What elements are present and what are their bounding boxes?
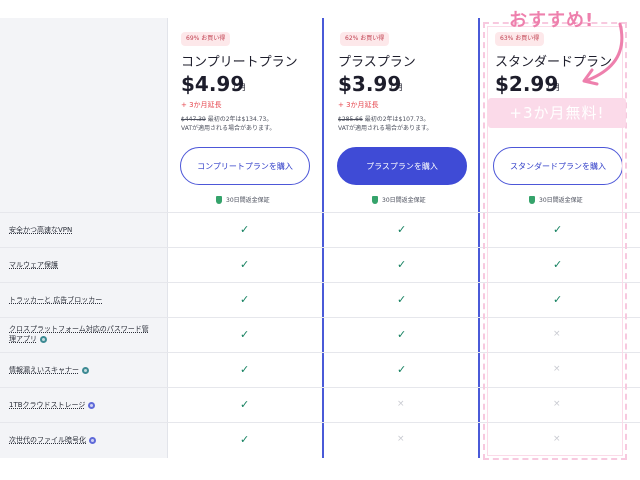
- buy-plus-button[interactable]: プラスプランを購入: [337, 147, 467, 185]
- column-divider: [167, 18, 168, 458]
- feature-label-text: クロスプラットフォーム対応のパスワード管理アプリ: [9, 325, 149, 343]
- cross-icon: ×: [397, 434, 405, 444]
- renewal-text: 最初の2年は$107.73。: [364, 116, 430, 123]
- feature-label: トラッカーと 広告ブロッカー: [9, 296, 103, 304]
- vat-note: VATが適用される場合があります。: [338, 125, 433, 132]
- feature-column: [0, 18, 167, 458]
- check-icon: ✓: [240, 433, 250, 446]
- check-icon: ✓: [240, 293, 250, 306]
- feature-label: 安全かつ高速なVPN: [9, 226, 73, 234]
- check-icon: ✓: [240, 398, 250, 411]
- feature-label: 次世代のファイル暗号化: [9, 435, 159, 445]
- shield-icon: [216, 195, 222, 204]
- feature-label: 情報漏えいスキャナー: [9, 365, 159, 375]
- feature-label-text: 情報漏えいスキャナー: [9, 366, 79, 374]
- check-icon: ✓: [397, 363, 407, 376]
- column-divider: [478, 18, 480, 458]
- recommend-highlight-inner: [487, 26, 623, 456]
- pricing-comparison: 69% お買い得 コンプリートプラン $4.99 / 月 + 3か月延長 $44…: [0, 0, 640, 480]
- check-icon: ✓: [397, 258, 407, 271]
- extension-note: + 3か月延長: [181, 101, 222, 109]
- info-icon[interactable]: [82, 366, 89, 374]
- info-icon[interactable]: [88, 401, 96, 409]
- check-icon: ✓: [240, 223, 250, 236]
- curved-arrow-icon: [582, 22, 624, 86]
- price-period: / 月: [390, 83, 404, 92]
- info-icon[interactable]: [40, 335, 47, 343]
- guarantee-text: 30日間返金保証: [226, 197, 270, 204]
- guarantee-text: 30日間返金保証: [382, 197, 426, 204]
- extension-note: + 3か月延長: [338, 101, 379, 109]
- info-icon[interactable]: [89, 436, 96, 444]
- renewal-text: 最初の2年は$134.73。: [207, 116, 273, 123]
- check-icon: ✓: [240, 363, 250, 376]
- check-icon: ✓: [240, 258, 250, 271]
- vat-note: VATが適用される場合があります。: [181, 125, 276, 132]
- money-back-guarantee: 30日間返金保証: [372, 195, 426, 204]
- check-icon: ✓: [397, 328, 407, 341]
- old-price: $285.66: [338, 116, 363, 123]
- cross-icon: ×: [397, 399, 405, 409]
- plan-name: コンプリートプラン: [181, 55, 298, 70]
- feature-label-text: 次世代のファイル暗号化: [9, 436, 86, 444]
- old-price: $447.39: [181, 116, 206, 123]
- discount-badge: 62% お買い得: [340, 32, 390, 46]
- column-divider: [322, 18, 324, 458]
- discount-badge: 69% お買い得: [181, 32, 231, 46]
- feature-label-text: 1TBクラウドストレージ: [9, 401, 86, 409]
- shield-icon: [372, 195, 378, 204]
- money-back-guarantee: 30日間返金保証: [216, 195, 270, 204]
- renewal-note: $285.66 最初の2年は$107.73。 VATが適用される場合があります。: [338, 115, 478, 133]
- feature-label: 1TBクラウドストレージ: [9, 400, 159, 410]
- check-icon: ✓: [397, 293, 407, 306]
- free-months-banner: +3か月無料!: [488, 98, 626, 128]
- plan-name: プラスプラン: [338, 55, 416, 70]
- check-icon: ✓: [240, 328, 250, 341]
- feature-label: マルウェア保護: [9, 261, 58, 269]
- price-period: / 月: [233, 83, 247, 92]
- check-icon: ✓: [397, 223, 407, 236]
- renewal-note: $447.39 最初の2年は$134.73。 VATが適用される場合があります。: [181, 115, 321, 133]
- buy-complete-button[interactable]: コンプリートプランを購入: [180, 147, 310, 185]
- feature-label: クロスプラットフォーム対応のパスワード管理アプリ: [9, 324, 154, 344]
